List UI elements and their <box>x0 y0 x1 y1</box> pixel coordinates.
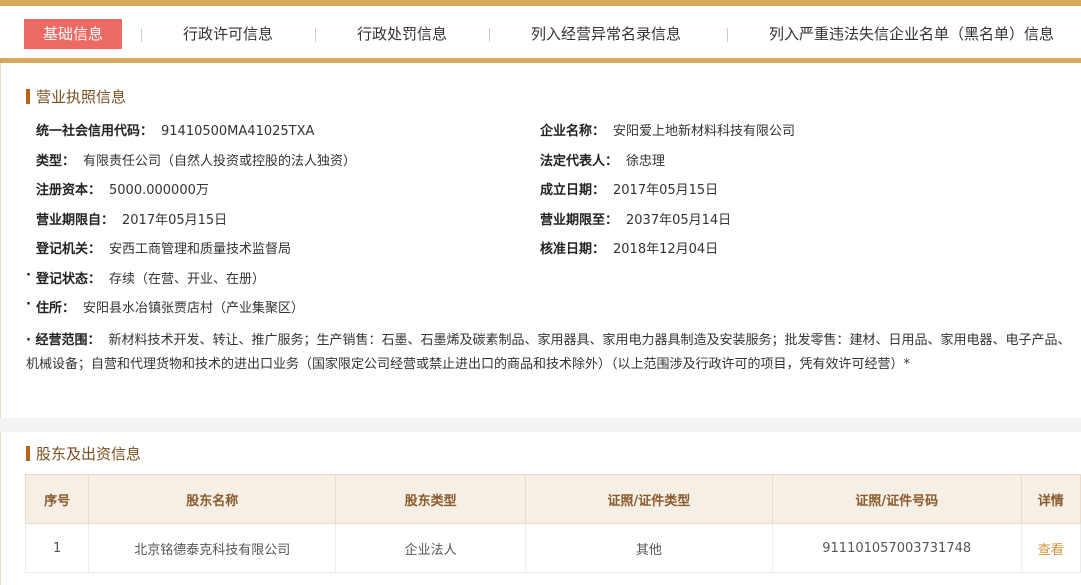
cell-type: 企业法人 <box>335 523 526 573</box>
column-header-cert-type: 证照/证件类型 <box>524 474 773 524</box>
bullet-dot: · <box>26 297 31 312</box>
field-value: 安阳县水冶镇张贾店村（产业集聚区） <box>83 301 305 316</box>
field-value: 徐忠理 <box>626 154 666 169</box>
authority-field: 登记机关： 安西工商管理和质量技术监督局 <box>36 240 291 260</box>
title-marker <box>26 89 30 104</box>
field-value: 2017年05月15日 <box>122 213 228 228</box>
title-marker <box>26 446 30 461</box>
term-to-field: 营业期限至： 2037年05月14日 <box>540 211 731 231</box>
field-value: 安西工商管理和质量技术监督局 <box>109 242 292 257</box>
field-label: 核准日期： <box>540 242 606 257</box>
field-label: 登记状态： <box>36 272 102 287</box>
tab-blacklist[interactable]: 列入严重违法失信企业名单（黑名单）信息 <box>769 19 1054 49</box>
column-header-name: 股东名称 <box>88 474 337 524</box>
business-scope-field: · 经营范围： 新材料技术开发、转让、推广服务；生产销售：石墨、石墨烯及碳素制品、… <box>26 329 1081 377</box>
left-border <box>0 63 1 585</box>
tab-separator <box>489 28 490 42</box>
field-label: 注册资本： <box>36 183 102 198</box>
column-header-cert-no: 证照/证件号码 <box>771 474 1022 524</box>
legal-rep-field: 法定代表人： 徐忠理 <box>540 152 665 172</box>
tab-admin-penalty[interactable]: 行政处罚信息 <box>357 19 447 49</box>
field-label: 住所： <box>36 301 76 316</box>
field-label: 类型： <box>36 154 76 169</box>
cell-cert-no: 911101057003731748 <box>771 523 1022 573</box>
tab-separator <box>315 28 316 42</box>
tab-abnormal-list[interactable]: 列入经营异常名录信息 <box>531 19 681 49</box>
tab-basic-info[interactable]: 基础信息 <box>24 19 122 49</box>
column-header-detail: 详情 <box>1020 474 1081 524</box>
column-header-type: 股东类型 <box>335 474 526 524</box>
field-label: 统一社会信用代码： <box>36 124 154 139</box>
tab-admin-license[interactable]: 行政许可信息 <box>183 19 273 49</box>
founded-field: 成立日期： 2017年05月15日 <box>540 181 718 201</box>
field-label: 成立日期： <box>540 183 606 198</box>
bullet-dot: · <box>26 268 31 283</box>
field-value: 91410500MA41025TXA <box>161 124 315 139</box>
cell-cert-type: 其他 <box>524 523 773 573</box>
field-value: 安阳爱上地新材料科技有限公司 <box>613 124 796 139</box>
shareholder-section-title: 股东及出资信息 <box>26 443 141 464</box>
address-field: 住所： 安阳县水冶镇张贾店村（产业集聚区） <box>36 299 304 319</box>
capital-field: 注册资本： 5000.000000万 <box>36 181 209 201</box>
cell-name: 北京铭德泰克科技有限公司 <box>88 523 337 573</box>
status-field: 登记状态： 存续（在营、开业、在册） <box>36 270 265 290</box>
field-value: 2018年12月04日 <box>613 242 719 257</box>
field-label: 营业期限至： <box>540 213 619 228</box>
shareholder-table: 序号 股东名称 股东类型 证照/证件类型 证照/证件号码 详情 1 北京铭德泰克… <box>24 474 1081 573</box>
field-value: 新材料技术开发、转让、推广服务；生产销售：石墨、石墨烯及碳素制品、家用器具、家用… <box>26 333 1071 372</box>
credit-code-field: 统一社会信用代码： 91410500MA41025TXA <box>36 122 314 142</box>
column-header-no: 序号 <box>24 474 90 524</box>
approval-date-field: 核准日期： 2018年12月04日 <box>540 240 718 260</box>
field-label: 企业名称： <box>540 124 606 139</box>
table-header-row: 序号 股东名称 股东类型 证照/证件类型 证照/证件号码 详情 <box>24 474 1081 524</box>
view-detail-link[interactable]: 查看 <box>1020 523 1081 573</box>
field-value: 2037年05月14日 <box>626 213 732 228</box>
tab-bar-underline <box>0 58 1081 63</box>
field-value: 存续（在营、开业、在册） <box>109 272 266 287</box>
field-value: 5000.000000万 <box>109 183 209 198</box>
tab-bar: 基础信息 行政许可信息 行政处罚信息 列入经营异常名录信息 列入严重违法失信企业… <box>0 6 1081 58</box>
table-row: 1 北京铭德泰克科技有限公司 企业法人 其他 91110105700373174… <box>24 523 1081 573</box>
company-name-field: 企业名称： 安阳爱上地新材料科技有限公司 <box>540 122 795 142</box>
cell-no: 1 <box>24 523 90 573</box>
field-label: 营业期限自： <box>36 213 115 228</box>
tab-separator <box>141 28 142 42</box>
field-label: · 经营范围： <box>26 333 101 348</box>
field-label: 登记机关： <box>36 242 102 257</box>
field-value: 有限责任公司（自然人投资或控股的法人独资） <box>83 154 357 169</box>
section-divider <box>0 418 1081 432</box>
license-section-title: 营业执照信息 <box>26 86 126 107</box>
term-from-field: 营业期限自： 2017年05月15日 <box>36 211 227 231</box>
field-value: 2017年05月15日 <box>613 183 719 198</box>
type-field: 类型： 有限责任公司（自然人投资或控股的法人独资） <box>36 152 356 172</box>
tab-separator <box>727 28 728 42</box>
field-label: 法定代表人： <box>540 154 619 169</box>
